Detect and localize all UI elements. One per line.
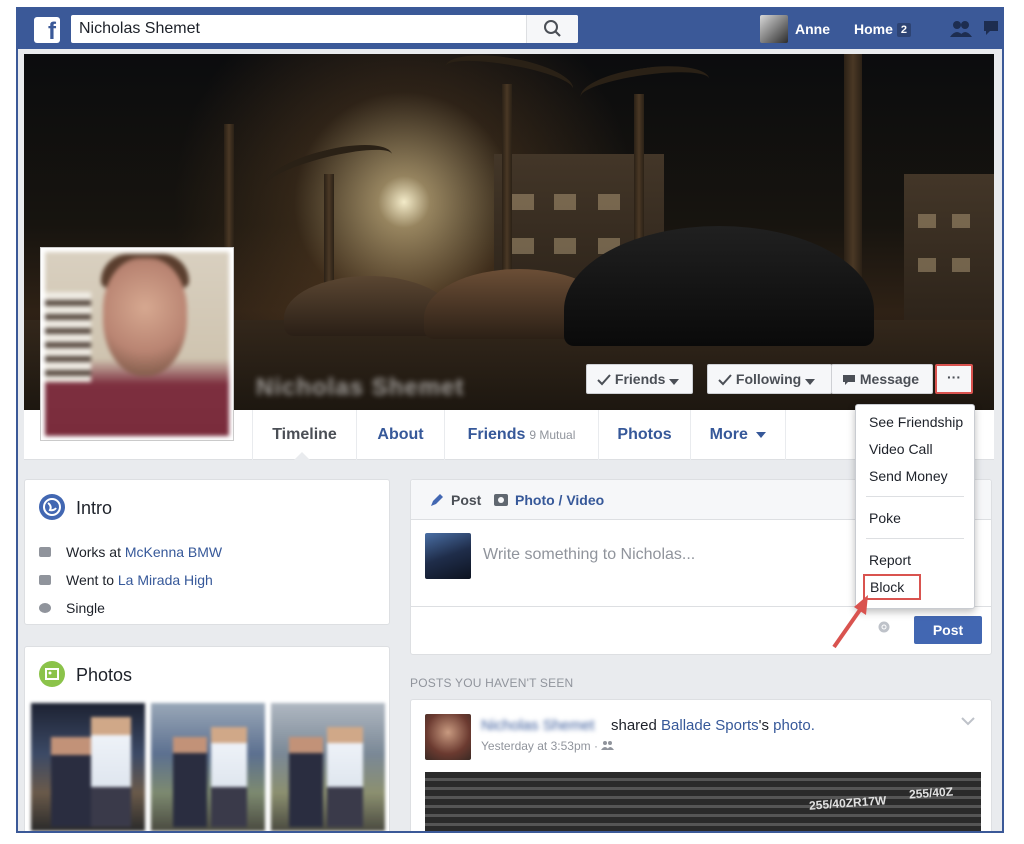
composer-tab-photo-label: Photo / Video [515, 492, 605, 508]
post-button[interactable]: Post [914, 616, 982, 644]
composer-footer [411, 606, 991, 654]
intro-title: Intro [76, 498, 113, 518]
profile-picture[interactable] [40, 247, 234, 441]
globe-icon [39, 494, 65, 520]
caret-down-icon [669, 379, 680, 385]
post-photo-link[interactable]: photo. [773, 717, 815, 734]
cover-profile-name: Nicholas Shemet [256, 374, 465, 401]
gear-icon[interactable] [877, 620, 891, 634]
menu-divider [866, 538, 964, 539]
search-box [71, 15, 578, 43]
photos-card: Photos [24, 646, 390, 831]
photo-thumbnail[interactable] [151, 703, 265, 831]
camera-icon [494, 494, 508, 506]
composer-tab-post[interactable]: Post [451, 492, 481, 508]
post-timestamp[interactable]: Yesterday at 3:53pm · [481, 739, 615, 753]
friend-requests-icon[interactable] [948, 19, 974, 39]
pencil-icon [431, 494, 443, 506]
tab-more-label: More [709, 426, 748, 443]
tab-friends[interactable]: Friends 9 Mutual [444, 410, 598, 460]
search-button[interactable] [526, 15, 578, 43]
message-icon [843, 375, 855, 385]
tab-photos-label: Photos [617, 426, 672, 443]
cover-building-right [904, 174, 994, 344]
menu-item-see-friendship[interactable]: See Friendship [856, 409, 974, 435]
check-icon [718, 374, 732, 386]
message-button[interactable]: Message [831, 364, 933, 394]
friends-button-label: Friends [614, 371, 666, 387]
active-tab-indicator [294, 452, 310, 460]
following-button[interactable]: Following [707, 364, 832, 394]
heart-icon [39, 603, 51, 613]
check-icon [597, 374, 611, 386]
tab-timeline-label: Timeline [272, 426, 337, 443]
intro-education-prefix: Went to [66, 572, 114, 588]
section-label: POSTS YOU HAVEN'T SEEN [410, 676, 574, 690]
briefcase-icon [39, 547, 51, 557]
tire-text-1: 255/40ZR17W [808, 793, 887, 813]
messages-icon[interactable] [982, 17, 1002, 39]
friends-button[interactable]: Friends [586, 364, 693, 394]
tire-text-2: 255/40Z [908, 784, 954, 802]
tab-friends-label: Friends [467, 426, 526, 443]
photos-title[interactable]: Photos [76, 665, 132, 686]
intro-relationship: Single [39, 600, 105, 616]
post-shared-text: shared [611, 717, 657, 734]
top-navigation-bar: f Anne Home2 [18, 9, 1002, 49]
search-input[interactable] [79, 15, 519, 43]
photos-icon [39, 661, 65, 687]
post-header-text: shared Ballade Sports's photo. [611, 717, 815, 734]
annotation-arrow-icon [832, 595, 868, 649]
post-image[interactable]: 255/40ZR17W 255/40Z [425, 772, 981, 831]
facebook-logo-icon[interactable]: f [34, 17, 60, 43]
intro-work-link[interactable]: McKenna BMW [125, 544, 222, 560]
composer-tab-photo-video[interactable]: Photo / Video [515, 492, 604, 508]
message-button-label: Message [859, 371, 920, 387]
post-possessive: 's [758, 717, 769, 734]
composer-tab-post-label: Post [451, 492, 482, 508]
intro-relationship-status: Single [66, 600, 105, 616]
following-button-label: Following [735, 371, 802, 387]
feed-post: Nicholas Shemet shared Ballade Sports's … [410, 699, 992, 831]
menu-item-video-call[interactable]: Video Call [856, 436, 974, 462]
profile-picture-image [45, 252, 229, 436]
more-options-button[interactable]: ··· [935, 364, 973, 394]
photo-thumbnail[interactable] [271, 703, 385, 831]
caret-down-icon [756, 432, 767, 438]
intro-card: Intro Works at McKenna BMW Went to La Mi… [24, 479, 390, 625]
home-link[interactable]: Home 2 [854, 21, 912, 37]
school-icon [39, 575, 51, 585]
intro-education: Went to La Mirada High [39, 572, 213, 588]
menu-item-send-money[interactable]: Send Money [856, 463, 974, 489]
post-author-link[interactable]: Nicholas Shemet [481, 717, 594, 734]
menu-divider [866, 496, 964, 497]
tab-more[interactable]: More [690, 410, 786, 460]
intro-work: Works at McKenna BMW [39, 544, 222, 560]
home-label: Home [854, 21, 893, 37]
post-timestamp-text: Yesterday at 3:53pm · [481, 739, 598, 753]
caret-down-icon [805, 379, 816, 385]
mutual-friends-count: 9 Mutual [529, 428, 576, 442]
friends-audience-icon [601, 741, 615, 750]
composer-input[interactable]: Write something to Nicholas... [483, 546, 695, 564]
user-avatar[interactable] [760, 15, 788, 43]
search-icon [544, 20, 561, 37]
browser-frame: f Anne Home2 [16, 7, 1004, 833]
tab-about-label: About [377, 426, 424, 443]
post-author-avatar[interactable] [425, 714, 471, 760]
post-page-link[interactable]: Ballade Sports [661, 717, 759, 734]
composer-avatar [425, 533, 471, 579]
tab-about[interactable]: About [356, 410, 444, 460]
chevron-down-icon[interactable] [961, 716, 975, 726]
tab-photos[interactable]: Photos [598, 410, 690, 460]
menu-item-poke[interactable]: Poke [856, 505, 974, 531]
home-count-badge: 2 [896, 23, 912, 37]
intro-education-link[interactable]: La Mirada High [118, 572, 213, 588]
user-name-link[interactable]: Anne [795, 21, 830, 37]
photo-thumbnail[interactable] [31, 703, 145, 831]
intro-work-prefix: Works at [66, 544, 121, 560]
